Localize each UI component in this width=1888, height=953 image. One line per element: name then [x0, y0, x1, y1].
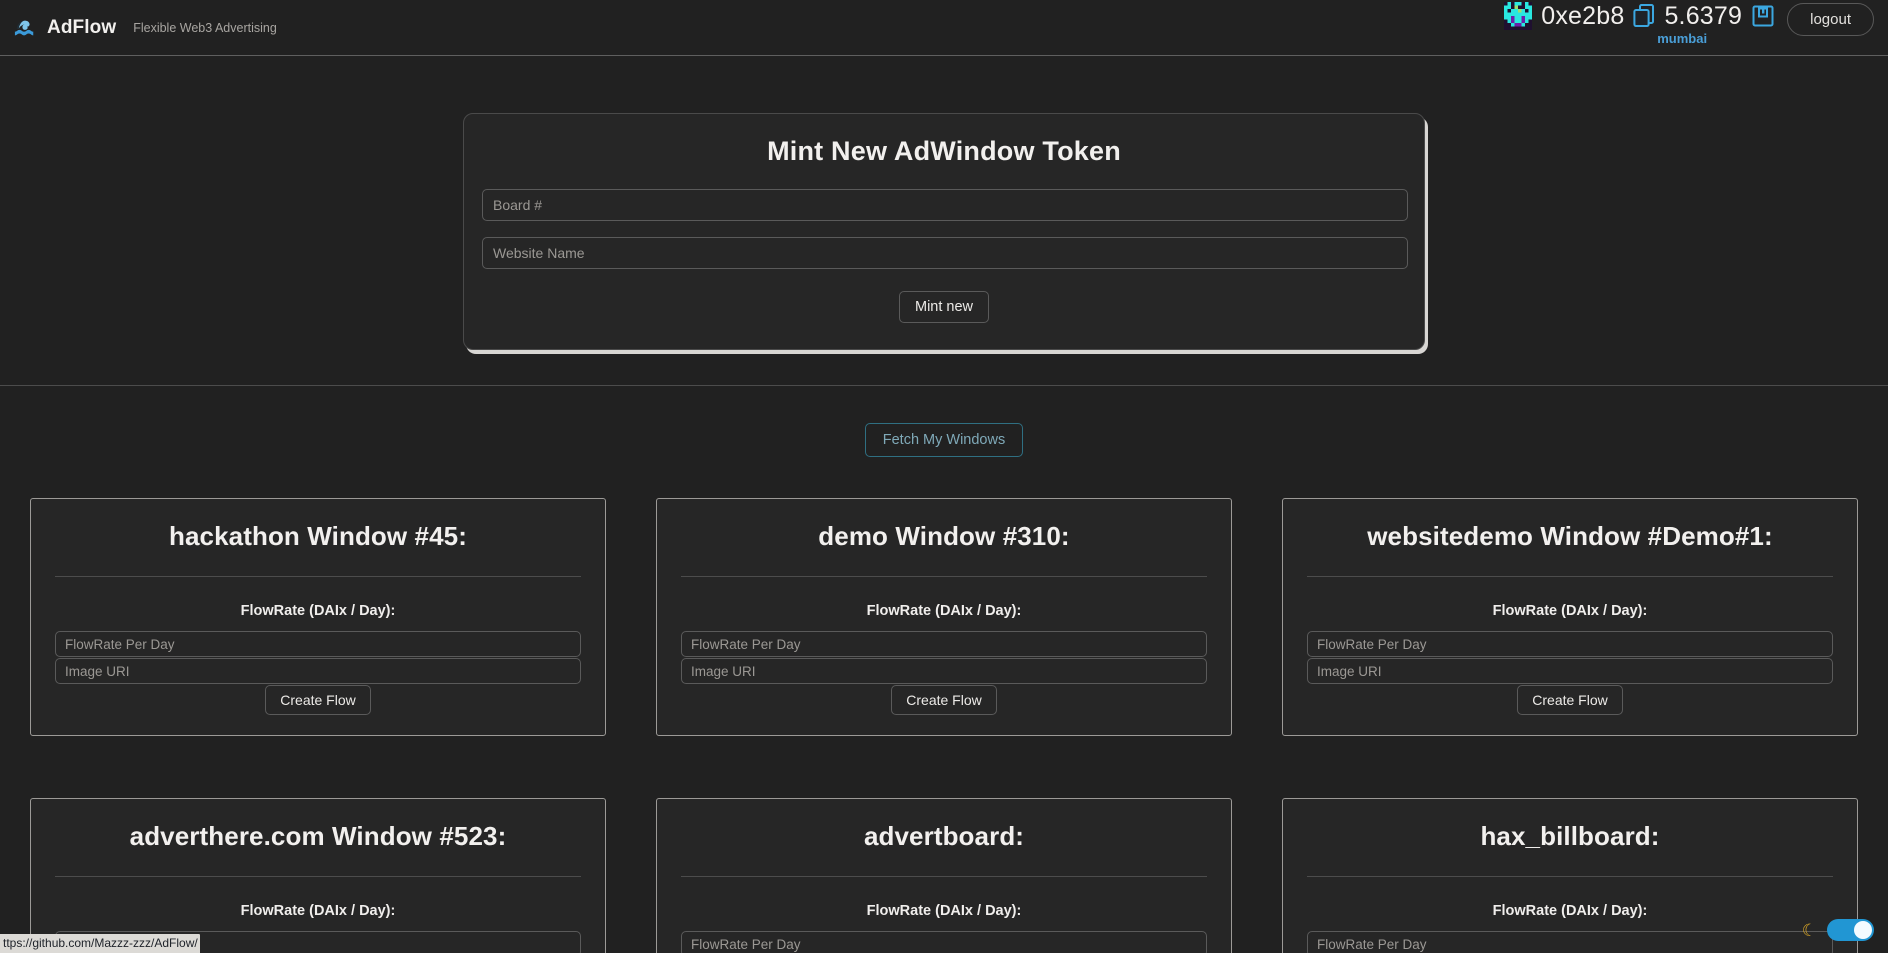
flowrate-input[interactable]: [681, 931, 1207, 953]
window-card: demo Window #310: FlowRate (DAIx / Day):…: [656, 498, 1232, 736]
brand: AdFlow Flexible Web3 Advertising: [14, 17, 277, 39]
window-card-title: demo Window #310:: [681, 521, 1207, 577]
wallet-address: 0xe2b8: [1541, 2, 1625, 30]
account-block: 0xe2b8 5.6379 mumbai: [1504, 2, 1775, 46]
copy-icon: [1633, 3, 1655, 27]
window-card: adverthere.com Window #523: FlowRate (DA…: [30, 798, 606, 953]
save-button[interactable]: [1751, 4, 1775, 28]
window-card-title: hax_billboard:: [1307, 821, 1833, 877]
flowrate-input[interactable]: [681, 631, 1207, 657]
image-uri-input[interactable]: [1307, 658, 1833, 684]
window-card: advertboard: FlowRate (DAIx / Day): Crea…: [656, 798, 1232, 953]
network-label: mumbai: [1657, 31, 1708, 46]
flowrate-label: FlowRate (DAIx / Day):: [240, 903, 396, 919]
toggle-knob: [1854, 921, 1872, 939]
floppy-disk-icon: [1752, 5, 1774, 27]
crescent-moon-icon: ☾: [1801, 920, 1817, 940]
blockie-avatar-icon: [1504, 2, 1533, 30]
window-card-title: adverthere.com Window #523:: [55, 821, 581, 877]
wave-icon: [14, 17, 36, 39]
brand-title: AdFlow: [47, 16, 117, 38]
image-uri-input[interactable]: [55, 658, 581, 684]
wallet-balance: 5.6379: [1664, 2, 1743, 30]
create-flow-button[interactable]: Create Flow: [265, 685, 371, 715]
fetch-my-windows-button[interactable]: Fetch My Windows: [864, 423, 1024, 457]
flowrate-label: FlowRate (DAIx / Day):: [1492, 603, 1648, 619]
window-card-title: hackathon Window #45:: [55, 521, 581, 577]
copy-address-button[interactable]: [1633, 3, 1655, 29]
app-header: AdFlow Flexible Web3 Advertising 0xe2b8 …: [0, 0, 1888, 56]
website-name-input[interactable]: [482, 237, 1408, 269]
flowrate-input[interactable]: [1307, 631, 1833, 657]
mint-new-button[interactable]: Mint new: [898, 291, 990, 323]
mint-card: Mint New AdWindow Token Mint new: [463, 113, 1425, 350]
board-number-input[interactable]: [482, 189, 1408, 221]
flowrate-label: FlowRate (DAIx / Day):: [866, 903, 1022, 919]
flowrate-label: FlowRate (DAIx / Day):: [866, 603, 1022, 619]
fetch-section: Fetch My Windows: [0, 386, 1888, 498]
window-card: hax_billboard: FlowRate (DAIx / Day): Cr…: [1282, 798, 1858, 953]
image-uri-input[interactable]: [681, 658, 1207, 684]
flowrate-label: FlowRate (DAIx / Day):: [240, 603, 396, 619]
create-flow-button[interactable]: Create Flow: [891, 685, 997, 715]
brand-tagline: Flexible Web3 Advertising: [133, 20, 277, 35]
mint-card-title: Mint New AdWindow Token: [767, 136, 1121, 166]
browser-status-bar: ttps://github.com/Mazzz-zzz/AdFlow/: [0, 934, 200, 953]
mint-section: Mint New AdWindow Token Mint new: [0, 56, 1888, 386]
flowrate-input[interactable]: [55, 631, 581, 657]
window-card-grid: hackathon Window #45: FlowRate (DAIx / D…: [0, 498, 1888, 953]
header-account-area: 0xe2b8 5.6379 mumbai logout: [1504, 0, 1874, 56]
flowrate-input[interactable]: [1307, 931, 1833, 953]
window-card-title: websitedemo Window #Demo#1:: [1307, 521, 1833, 577]
window-card: hackathon Window #45: FlowRate (DAIx / D…: [30, 498, 606, 736]
dark-mode-widget: ☾: [1802, 919, 1874, 941]
window-card-title: advertboard:: [681, 821, 1207, 877]
flowrate-label: FlowRate (DAIx / Day):: [1492, 903, 1648, 919]
window-card: websitedemo Window #Demo#1: FlowRate (DA…: [1282, 498, 1858, 736]
dark-mode-toggle[interactable]: [1827, 919, 1874, 941]
logout-button[interactable]: logout: [1787, 3, 1874, 36]
create-flow-button[interactable]: Create Flow: [1517, 685, 1623, 715]
